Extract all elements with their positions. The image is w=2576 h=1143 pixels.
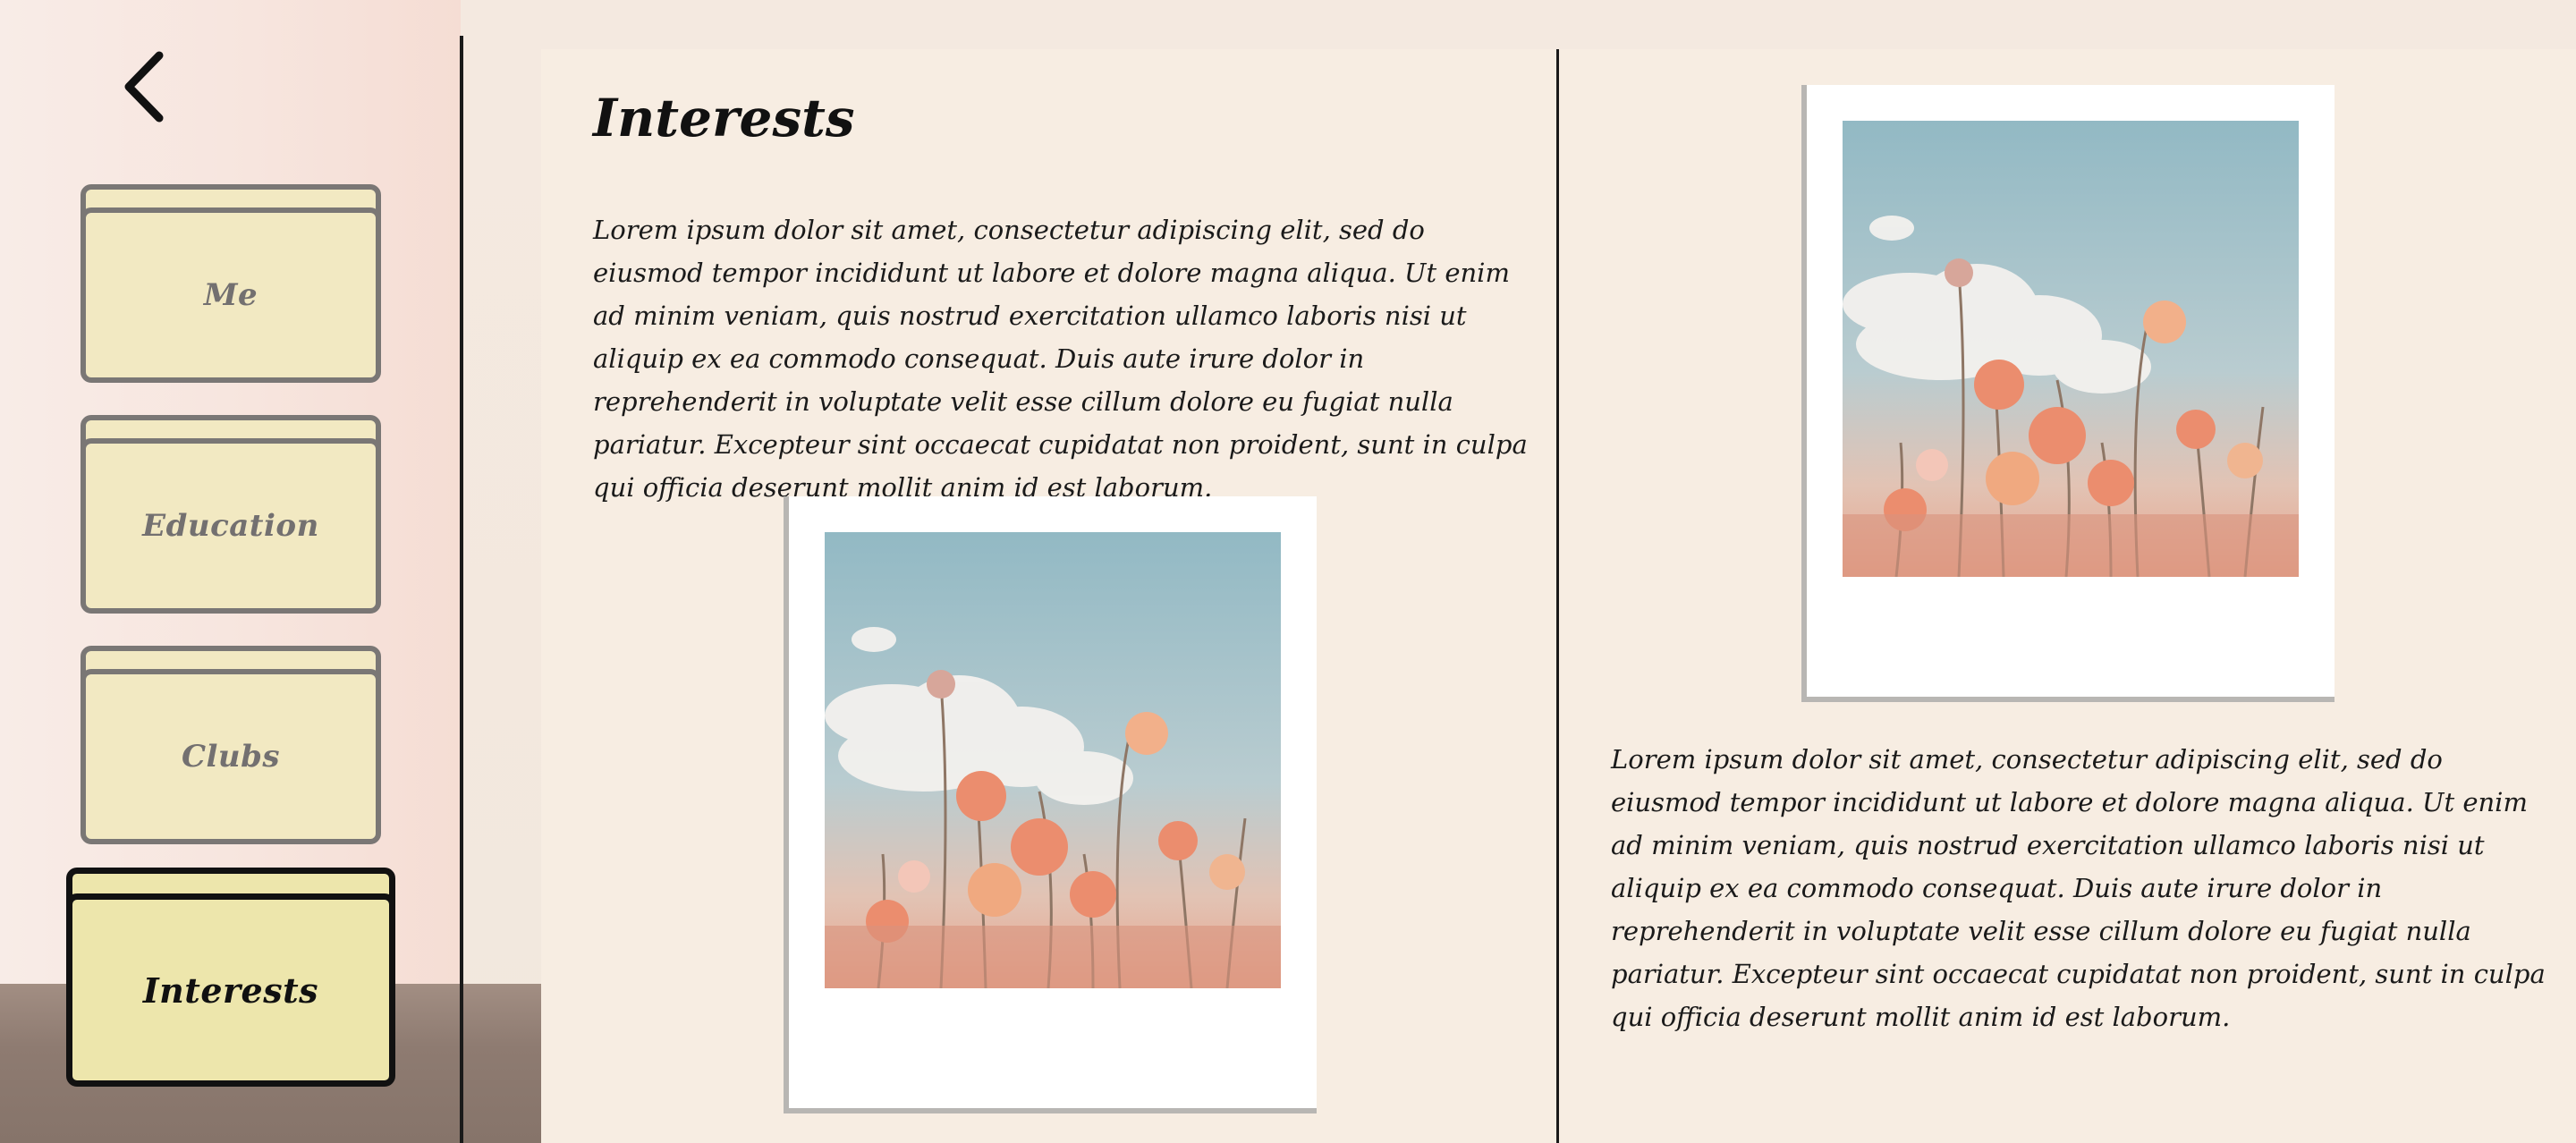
sidebar-divider [460, 36, 463, 1143]
flower-sky-photo [825, 532, 1281, 988]
flower-sky-photo [1843, 121, 2299, 577]
page-title: Interests [593, 88, 855, 148]
card-face: Interests [66, 893, 395, 1087]
nav-card-me[interactable]: Me [80, 184, 381, 383]
interests-paragraph-right: Lorem ipsum dolor sit amet, consectetur … [1611, 744, 2546, 1032]
interests-paragraph-left: Lorem ipsum dolor sit amet, consectetur … [593, 215, 1528, 503]
polaroid-photo-right [1801, 85, 2334, 702]
nav-card-education[interactable]: Education [80, 415, 381, 614]
nav-card-label: Me [203, 277, 258, 313]
nav-card-label: Interests [142, 969, 319, 1011]
polaroid-photo-left [784, 496, 1317, 1113]
nav-card-label: Clubs [181, 739, 281, 775]
nav-card-clubs[interactable]: Clubs [80, 646, 381, 844]
card-face: Clubs [80, 669, 381, 844]
nav-card-label: Education [142, 508, 319, 544]
nav-card-interests[interactable]: Interests [66, 868, 395, 1087]
chevron-left-icon [124, 51, 164, 123]
card-face: Me [80, 207, 381, 383]
back-button[interactable] [107, 47, 179, 127]
page-spine-divider [1556, 49, 1559, 1143]
card-face: Education [80, 438, 381, 614]
